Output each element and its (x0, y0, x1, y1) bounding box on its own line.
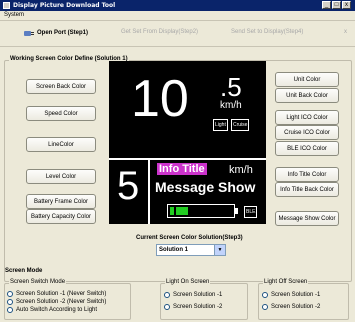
battery-cell (176, 207, 188, 215)
cruise-ico-color-button[interactable]: Cruise ICO Color (275, 125, 339, 140)
toolbar-close-icon[interactable]: x (344, 29, 347, 35)
radio-label: Screen Solution -1 (271, 292, 321, 298)
battery-tip (235, 208, 238, 214)
ble-icon: BLE (244, 206, 258, 218)
battery-cell (170, 207, 174, 215)
switch-mode-title: Screen Switch Mode (9, 279, 67, 285)
light-off-group: Light Off Screen (258, 279, 349, 320)
menu-bar: System (0, 11, 355, 21)
battery-fill (170, 207, 188, 215)
chevron-down-icon[interactable]: ▼ (214, 245, 225, 255)
get-set-button[interactable]: Get Set From Display(Step2) (121, 29, 198, 35)
open-port-label: Open Port (Step1) (37, 30, 89, 36)
message-show: Message Show (155, 179, 256, 195)
speed-integer: 10 (131, 70, 189, 128)
radio-icon (262, 292, 268, 298)
minimize-button[interactable]: _ (322, 1, 331, 9)
send-set-button[interactable]: Send Set to Display(Step4) (231, 29, 303, 35)
open-port-button[interactable]: Open Port (Step1) (24, 29, 88, 37)
radio-light-off-solution-2[interactable]: Screen Solution -2 (262, 304, 320, 310)
radio-solution-1-never[interactable]: Screen Solution -1 (Never Switch) (7, 291, 106, 297)
title-bar: Display Picture Download Tool _ □ x (0, 0, 355, 11)
unit-small: km/h (229, 164, 253, 176)
radio-label: Screen Solution -1 (Never Switch) (16, 291, 107, 297)
battery-capacity-color-button[interactable]: Battery Capacity Color (26, 209, 96, 224)
light-ico-color-button[interactable]: Light ICO Color (275, 110, 339, 125)
get-set-label: Get Set From Display(Step2) (121, 29, 199, 35)
unit-back-color-button[interactable]: Unit Back Color (275, 88, 339, 103)
display-preview: 10 .5 km/h Light Cruise 5 Info Title km/… (109, 61, 266, 224)
radio-icon (262, 304, 268, 310)
window-controls: _ □ x (322, 1, 351, 9)
radio-light-off-solution-1[interactable]: Screen Solution -1 (262, 292, 320, 298)
lcd-divider (109, 158, 266, 160)
speed-color-button[interactable]: Speed Color (26, 106, 96, 121)
solution-select-value: Solution 1 (159, 247, 188, 253)
radio-icon (164, 292, 170, 298)
info-title: Info Title (157, 163, 207, 175)
close-button[interactable]: x (342, 1, 351, 9)
ble-ico-color-button[interactable]: BLE ICO Color (275, 141, 339, 156)
app-icon (3, 2, 10, 9)
level-color-button[interactable]: Level Color (26, 169, 96, 184)
menu-system[interactable]: System (4, 12, 24, 18)
radio-icon (164, 304, 170, 310)
battery-frame-color-button[interactable]: Battery Frame Color (26, 194, 96, 209)
plug-icon (24, 29, 34, 37)
radio-light-on-solution-2[interactable]: Screen Solution -2 (164, 304, 222, 310)
radio-label: Screen Solution -2 (Never Switch) (16, 299, 107, 305)
light-off-title: Light Off Screen (263, 279, 309, 285)
screen-back-color-button[interactable]: Screen Back Color (26, 79, 96, 94)
light-on-group: Light On Screen (160, 279, 248, 320)
radio-icon (7, 299, 13, 305)
cruise-icon: Cruise (231, 119, 250, 131)
level-value: 5 (117, 164, 140, 208)
radio-label: Screen Solution -2 (173, 304, 223, 310)
light-icon: Light (213, 119, 228, 131)
radio-label: Screen Solution -2 (271, 304, 321, 310)
radio-label: Auto Switch According to Light (16, 307, 98, 313)
radio-icon (7, 307, 13, 313)
send-set-label: Send Set to Display(Step4) (231, 29, 304, 35)
client-area: Open Port (Step1) Get Set From Display(S… (0, 21, 355, 322)
radio-light-on-solution-1[interactable]: Screen Solution -1 (164, 292, 222, 298)
radio-label: Screen Solution -1 (173, 292, 223, 298)
solution-select[interactable]: Solution 1 ▼ (156, 244, 226, 256)
radio-solution-2-never[interactable]: Screen Solution -2 (Never Switch) (7, 299, 106, 305)
line-color-button[interactable]: LineColor (26, 137, 96, 152)
light-on-title: Light On Screen (165, 279, 211, 285)
info-title-color-button[interactable]: Info Title Color (275, 167, 339, 182)
radio-icon (7, 291, 13, 297)
speed-unit: km/h (220, 100, 242, 111)
current-solution-label: Current Screen Color Solution(Step3) (136, 235, 243, 241)
radio-auto-switch[interactable]: Auto Switch According to Light (7, 307, 97, 313)
lcd-vertical-divider (148, 160, 150, 224)
toolbar: Open Port (Step1) Get Set From Display(S… (0, 21, 355, 47)
maximize-button[interactable]: □ (332, 1, 341, 9)
screen-mode-title: Screen Mode (5, 268, 43, 274)
battery-icon (167, 204, 235, 218)
info-title-back-color-button[interactable]: Info Title Back Color (275, 182, 339, 197)
unit-color-button[interactable]: Unit Color (275, 72, 339, 87)
speed-decimal: .5 (220, 72, 242, 102)
window-title: Display Picture Download Tool (13, 2, 116, 9)
message-show-color-button[interactable]: Message Show Color (275, 211, 339, 226)
